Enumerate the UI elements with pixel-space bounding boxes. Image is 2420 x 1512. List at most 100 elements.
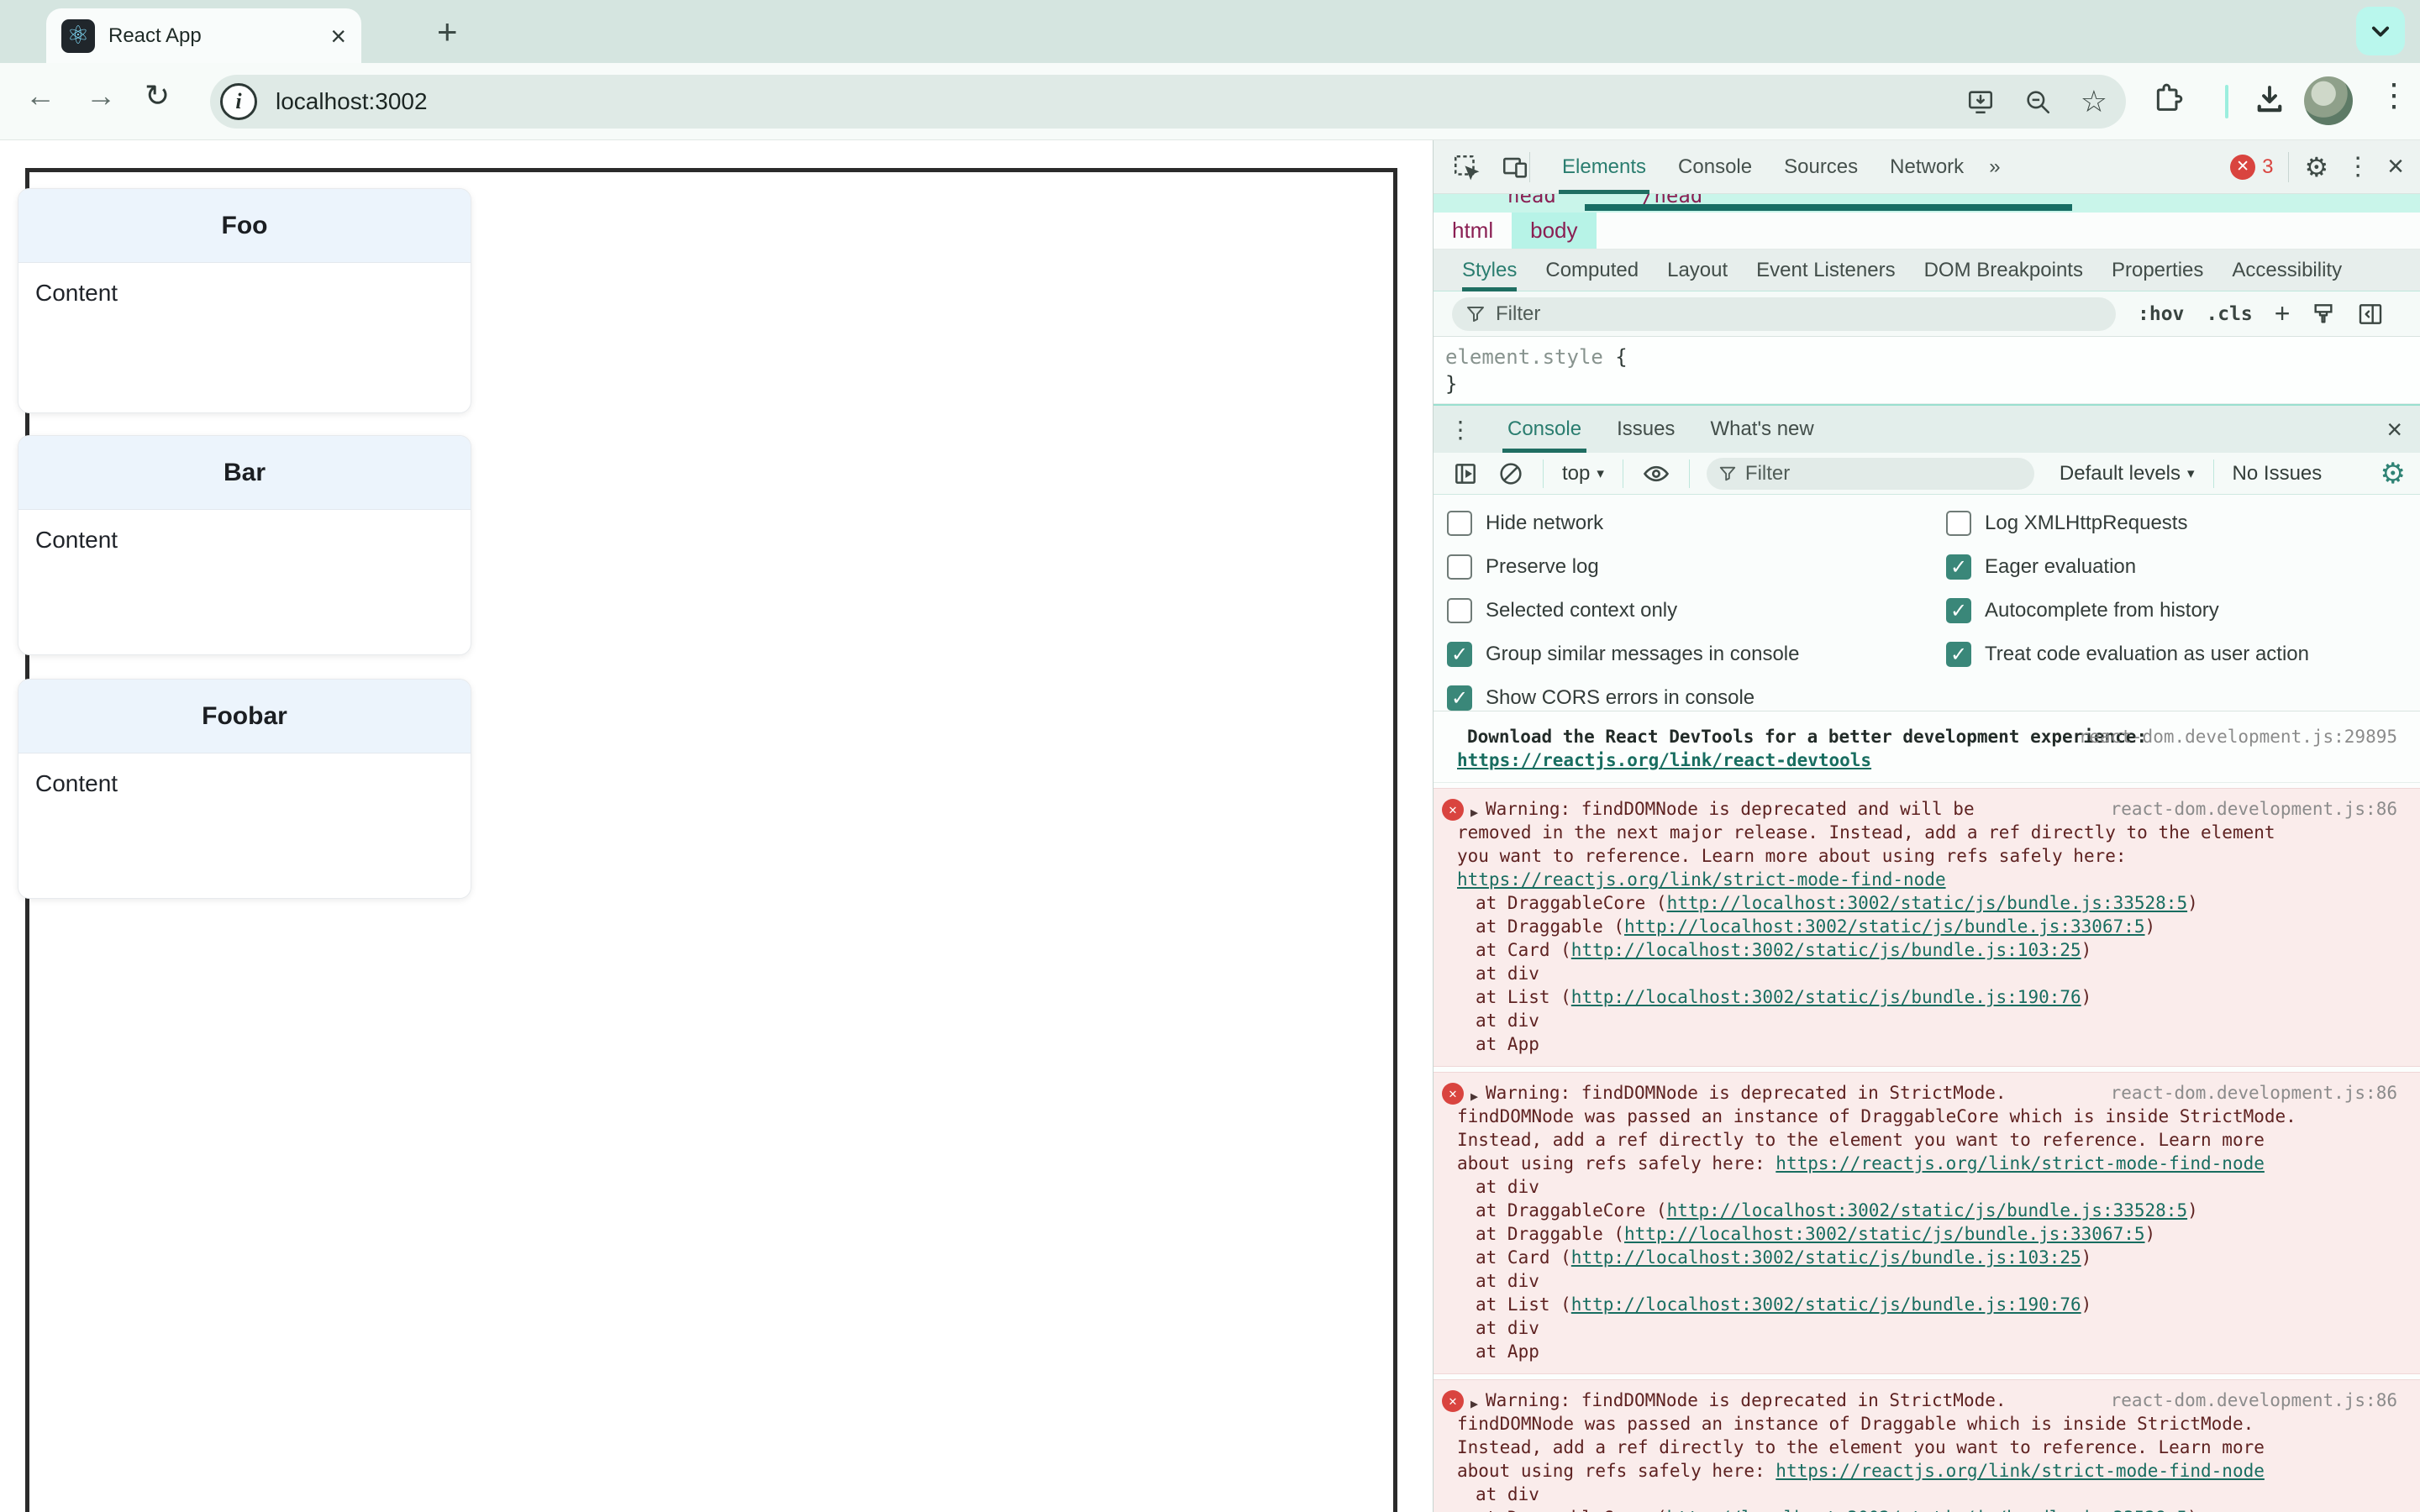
- more-tabs-button[interactable]: »: [1989, 155, 2000, 179]
- url-text[interactable]: localhost:3002: [276, 88, 1966, 115]
- element-style-rule[interactable]: element.style { }: [1434, 337, 2420, 404]
- expand-triangle-icon[interactable]: ▶: [1470, 801, 1478, 824]
- devtools-tab[interactable]: Console: [1678, 140, 1752, 194]
- checkbox[interactable]: [1447, 642, 1472, 667]
- toggle-hover-button[interactable]: :hov: [2138, 303, 2184, 325]
- checkbox[interactable]: [1447, 511, 1472, 536]
- bookmark-star-icon[interactable]: ☆: [2081, 84, 2107, 119]
- drawer-close-icon[interactable]: ×: [2386, 414, 2402, 445]
- console-setting-option[interactable]: Treat code evaluation as user action: [1946, 633, 2309, 676]
- styles-tab[interactable]: Styles: [1462, 249, 1518, 291]
- stack-source-link[interactable]: http://localhost:3002/static/js/bundle.j…: [1624, 916, 2145, 937]
- issues-counter[interactable]: No Issues: [2233, 462, 2323, 486]
- styles-tab[interactable]: Properties: [2112, 249, 2203, 291]
- zoom-out-icon[interactable]: [2023, 87, 2052, 116]
- checkbox[interactable]: [1447, 554, 1472, 580]
- checkbox[interactable]: [1447, 685, 1472, 711]
- draggable-card[interactable]: Bar Content: [18, 435, 471, 655]
- error-badge[interactable]: ✕ 3: [2230, 154, 2273, 180]
- drawer-tab[interactable]: What's new: [1710, 406, 1813, 453]
- checkbox[interactable]: [1447, 598, 1472, 623]
- card-header[interactable]: Foobar: [18, 680, 471, 753]
- console-link[interactable]: https://reactjs.org/link/strict-mode-fin…: [1457, 869, 1946, 890]
- drawer-tab[interactable]: Issues: [1617, 406, 1675, 453]
- install-icon[interactable]: [1966, 87, 1995, 116]
- console-setting-option[interactable]: Group similar messages in console: [1447, 633, 1800, 676]
- tab-close-icon[interactable]: ×: [330, 23, 346, 50]
- devtools-settings-gear-icon[interactable]: ⚙: [2304, 151, 2328, 183]
- clear-console-icon[interactable]: [1497, 460, 1524, 487]
- styles-tab[interactable]: Accessibility: [2232, 249, 2342, 291]
- checkbox[interactable]: [1946, 642, 1971, 667]
- devtools-close-icon[interactable]: ×: [2387, 150, 2404, 183]
- console-setting-option[interactable]: Log XMLHttpRequests: [1946, 501, 2309, 545]
- stack-source-link[interactable]: http://localhost:3002/static/js/bundle.j…: [1667, 893, 2188, 913]
- browser-tab[interactable]: ⚛ React App ×: [46, 8, 361, 63]
- console-filter-input[interactable]: Filter: [1706, 457, 2034, 490]
- new-tab-button[interactable]: +: [437, 12, 458, 52]
- site-info-icon[interactable]: i: [220, 83, 257, 120]
- reload-icon[interactable]: ↻: [145, 78, 170, 113]
- devtools-tab[interactable]: Sources: [1784, 140, 1858, 194]
- log-levels-dropdown[interactable]: Default levels: [2060, 462, 2181, 486]
- drawer-menu-kebab-icon[interactable]: ⋮: [1449, 416, 1472, 444]
- card-header[interactable]: Foo: [18, 189, 471, 263]
- draggable-card[interactable]: Foobar Content: [18, 679, 471, 899]
- inspect-element-icon[interactable]: [1452, 153, 1481, 181]
- expand-triangle-icon[interactable]: ▶: [1470, 1392, 1478, 1415]
- message-source-link[interactable]: react-dom.development.js:86: [2111, 1081, 2397, 1105]
- drawer-tab[interactable]: Console: [1502, 406, 1587, 453]
- styles-tab[interactable]: Computed: [1545, 249, 1639, 291]
- message-source-link[interactable]: react-dom.development.js:86: [2111, 797, 2397, 821]
- styles-tab[interactable]: Event Listeners: [1756, 249, 1895, 291]
- styles-tab[interactable]: DOM Breakpoints: [1924, 249, 2083, 291]
- tab-search-chevron-button[interactable]: [2356, 7, 2405, 55]
- console-link[interactable]: https://reactjs.org/link/strict-mode-fin…: [1776, 1153, 2265, 1173]
- draggable-card[interactable]: Foo Content: [18, 188, 471, 413]
- extensions-puzzle-icon[interactable]: [2151, 81, 2185, 115]
- brush-rendering-icon[interactable]: [2310, 301, 2337, 328]
- console-link[interactable]: https://reactjs.org/link/strict-mode-fin…: [1776, 1461, 2265, 1481]
- devtools-menu-kebab-icon[interactable]: ⋮: [2345, 152, 2370, 181]
- checkbox[interactable]: [1946, 598, 1971, 623]
- message-source-link[interactable]: react-dom.development.js:29895: [2079, 725, 2397, 748]
- forward-icon[interactable]: →: [86, 78, 116, 113]
- breadcrumb[interactable]: body: [1512, 213, 1597, 249]
- toggle-class-button[interactable]: .cls: [2206, 303, 2252, 325]
- styles-filter-input[interactable]: Filter: [1452, 297, 2116, 331]
- console-link[interactable]: https://reactjs.org/link/react-devtools: [1457, 750, 1871, 770]
- browser-menu-kebab-icon[interactable]: ⋮: [2378, 76, 2410, 114]
- card-header[interactable]: Bar: [18, 436, 471, 510]
- new-style-rule-button[interactable]: +: [2275, 298, 2291, 329]
- devtools-tab[interactable]: Network: [1890, 140, 1964, 194]
- console-setting-option[interactable]: Eager evaluation: [1946, 545, 2309, 589]
- download-icon[interactable]: [2252, 81, 2287, 117]
- stack-source-link[interactable]: http://localhost:3002/static/js/bundle.j…: [1667, 1508, 2188, 1512]
- stack-source-link[interactable]: http://localhost:3002/static/js/bundle.j…: [1571, 1247, 2081, 1268]
- console-setting-option[interactable]: Selected context only: [1447, 589, 1800, 633]
- stack-source-link[interactable]: http://localhost:3002/static/js/bundle.j…: [1571, 1294, 2081, 1315]
- console-setting-option[interactable]: Preserve log: [1447, 545, 1800, 589]
- context-selector[interactable]: top: [1562, 462, 1590, 486]
- sidebar-position-icon[interactable]: [2357, 301, 2384, 328]
- devtools-tab[interactable]: Elements: [1558, 140, 1650, 194]
- console-sidebar-toggle-icon[interactable]: [1452, 460, 1479, 487]
- checkbox[interactable]: [1946, 554, 1971, 580]
- stack-source-link[interactable]: http://localhost:3002/static/js/bundle.j…: [1571, 987, 2081, 1007]
- stack-source-link[interactable]: http://localhost:3002/static/js/bundle.j…: [1667, 1200, 2188, 1221]
- console-settings-gear-icon[interactable]: ⚙: [2381, 457, 2406, 491]
- address-bar[interactable]: i localhost:3002 ☆: [210, 75, 2126, 129]
- breadcrumb[interactable]: html: [1434, 213, 1512, 249]
- checkbox[interactable]: [1946, 511, 1971, 536]
- profile-avatar[interactable]: [2304, 76, 2353, 125]
- back-icon[interactable]: ←: [25, 78, 55, 113]
- console-setting-option[interactable]: Autocomplete from history: [1946, 589, 2309, 633]
- message-source-link[interactable]: react-dom.development.js:86: [2111, 1389, 2397, 1412]
- live-expression-eye-icon[interactable]: [1642, 459, 1670, 488]
- device-toolbar-icon[interactable]: [1501, 151, 1530, 182]
- stack-source-link[interactable]: http://localhost:3002/static/js/bundle.j…: [1624, 1224, 2145, 1244]
- console-setting-option[interactable]: Hide network: [1447, 501, 1800, 545]
- expand-triangle-icon[interactable]: ▶: [1470, 1084, 1478, 1108]
- styles-tab[interactable]: Layout: [1667, 249, 1728, 291]
- stack-source-link[interactable]: http://localhost:3002/static/js/bundle.j…: [1571, 940, 2081, 960]
